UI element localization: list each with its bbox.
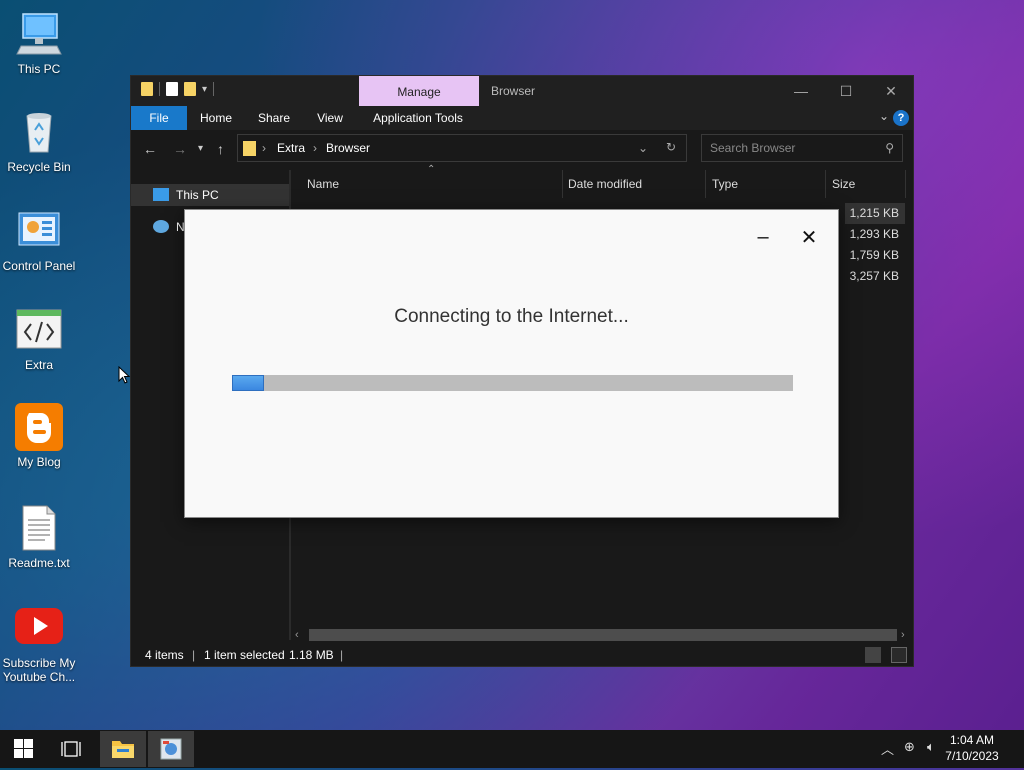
dialog-minimize-button[interactable]: –: [753, 227, 773, 248]
desktop-icon-youtube[interactable]: Subscribe My Youtube Ch...: [0, 604, 78, 684]
maximize-button[interactable]: ☐: [823, 76, 869, 106]
horizontal-scrollbar[interactable]: ‹ ›: [293, 627, 913, 643]
new-folder-icon[interactable]: [184, 82, 196, 96]
desktop-icon-label: Readme.txt: [8, 556, 70, 570]
up-arrow-icon[interactable]: ↑: [217, 141, 224, 157]
clock-time: 1:04 AM: [949, 733, 995, 747]
status-bar: 4 items | 1 item selected 1.18 MB |: [131, 644, 913, 666]
taskbar-clock[interactable]: 1:04 AM 7/10/2023: [932, 732, 1012, 764]
tab-manage[interactable]: Manage: [359, 76, 479, 106]
column-headers: ⌃ Name Date modified Type Size: [291, 164, 913, 198]
browser-app-icon: [160, 738, 182, 760]
text-file-icon: [15, 504, 63, 552]
details-view-button[interactable]: [865, 647, 881, 663]
connecting-dialog[interactable]: – ✕ Connecting to the Internet...: [184, 209, 839, 518]
breadcrumb-separator-icon[interactable]: ›: [262, 141, 266, 155]
start-button[interactable]: [0, 731, 46, 767]
desktop-icon-label: Extra: [24, 358, 53, 372]
expand-ribbon-icon[interactable]: ⌄: [879, 109, 889, 123]
folder-icon: [141, 82, 153, 96]
desktop-icon-control-panel[interactable]: Control Panel: [0, 207, 78, 273]
file-explorer-icon: [112, 741, 134, 758]
quick-access-toolbar: ▾: [141, 82, 215, 96]
file-size: 1,293 KB: [849, 227, 899, 241]
desktop-icon-label: Subscribe My Youtube Ch...: [2, 656, 76, 684]
status-item-count: 4 items: [145, 648, 184, 662]
search-input[interactable]: Search Browser ⚲: [701, 134, 903, 162]
refresh-icon[interactable]: ↻: [666, 140, 676, 154]
task-view-icon: [61, 741, 81, 757]
scroll-right-icon[interactable]: ›: [901, 627, 905, 643]
network-globe-icon[interactable]: ⊕: [904, 739, 915, 755]
progress-fill: [232, 375, 264, 391]
network-icon: [153, 220, 169, 233]
window-title: Browser: [491, 84, 536, 98]
ribbon-tabs: File Home Share View Application Tools ⌄…: [131, 106, 913, 130]
breadcrumb-extra[interactable]: Extra: [277, 141, 305, 155]
dialog-message: Connecting to the Internet...: [394, 306, 629, 327]
tab-home[interactable]: Home: [193, 106, 239, 130]
back-arrow-icon[interactable]: ←: [143, 141, 157, 157]
tab-share[interactable]: Share: [251, 106, 297, 130]
recent-locations-chevron-icon[interactable]: ▾: [198, 143, 203, 154]
customize-toolbar-icon[interactable]: ▾: [202, 84, 207, 95]
computer-icon: [153, 188, 169, 201]
desktop-icon-label: This PC: [17, 62, 61, 76]
desktop-icon-label: Recycle Bin: [7, 160, 71, 174]
scrollbar-thumb[interactable]: [309, 629, 897, 641]
address-dropdown-chevron-icon[interactable]: ⌄: [638, 141, 648, 155]
file-size: 3,257 KB: [849, 269, 899, 283]
minimize-button[interactable]: —: [778, 76, 824, 106]
status-selected: 1 item selected: [204, 648, 285, 662]
computer-icon: [15, 10, 63, 58]
status-selected-size: 1.18 MB: [289, 648, 334, 662]
taskbar: ︿ ⊕ 🔈︎ 1:04 AM 7/10/2023: [0, 730, 1024, 768]
column-type[interactable]: Type: [706, 170, 826, 198]
folder-icon: [243, 141, 256, 156]
breadcrumb-separator-icon[interactable]: ›: [313, 141, 317, 155]
title-bar[interactable]: ▾ Manage Browser — ☐ ✕: [131, 76, 913, 106]
column-date-modified[interactable]: Date modified: [562, 170, 706, 198]
windows-logo-icon: [14, 739, 33, 758]
taskbar-file-explorer[interactable]: [100, 731, 146, 767]
scroll-left-icon[interactable]: ‹: [295, 627, 299, 643]
tab-application-tools[interactable]: Application Tools: [365, 106, 471, 130]
progress-bar: [232, 375, 793, 391]
nav-item-this-pc[interactable]: This PC: [131, 184, 289, 206]
navigation-bar: ← → ▾ ↑ › Extra › Browser ⌄ ↻ Search Bro…: [131, 130, 913, 170]
search-placeholder: Search Browser: [710, 141, 796, 155]
forward-arrow-icon[interactable]: →: [173, 141, 187, 157]
tab-view[interactable]: View: [307, 106, 353, 130]
code-file-icon: [15, 306, 63, 354]
desktop-icon-extra[interactable]: Extra: [0, 306, 78, 372]
clock-date: 7/10/2023: [945, 749, 999, 763]
properties-icon[interactable]: [166, 82, 178, 96]
recycle-bin-icon: [15, 108, 63, 156]
desktop-icon-label: My Blog: [17, 455, 61, 469]
tab-file[interactable]: File: [131, 106, 187, 130]
desktop-icon-this-pc[interactable]: This PC: [0, 10, 78, 76]
large-icons-view-button[interactable]: [891, 647, 907, 663]
taskbar-browser-app[interactable]: [148, 731, 194, 767]
control-panel-icon: [15, 207, 63, 255]
search-icon: ⚲: [885, 141, 894, 155]
desktop-icon-my-blog[interactable]: My Blog: [0, 403, 78, 469]
blogger-icon: [15, 403, 63, 451]
help-icon[interactable]: ?: [893, 110, 909, 126]
file-size: 1,215 KB: [845, 203, 905, 224]
address-bar[interactable]: › Extra › Browser ⌄ ↻: [237, 134, 687, 162]
desktop-icon-readme[interactable]: Readme.txt: [0, 504, 78, 570]
dialog-close-button[interactable]: ✕: [799, 228, 819, 248]
show-hidden-icons-chevron-icon[interactable]: ︿: [881, 739, 894, 758]
column-name[interactable]: Name: [301, 170, 563, 198]
desktop-icon-recycle-bin[interactable]: Recycle Bin: [0, 108, 78, 174]
column-size[interactable]: Size: [826, 170, 906, 198]
mouse-cursor-icon: [118, 365, 131, 384]
youtube-icon: [15, 604, 63, 652]
close-button[interactable]: ✕: [868, 76, 914, 106]
desktop-icon-label: Control Panel: [2, 259, 76, 273]
file-size: 1,759 KB: [849, 248, 899, 262]
task-view-button[interactable]: [48, 731, 94, 767]
breadcrumb-browser[interactable]: Browser: [326, 141, 370, 155]
